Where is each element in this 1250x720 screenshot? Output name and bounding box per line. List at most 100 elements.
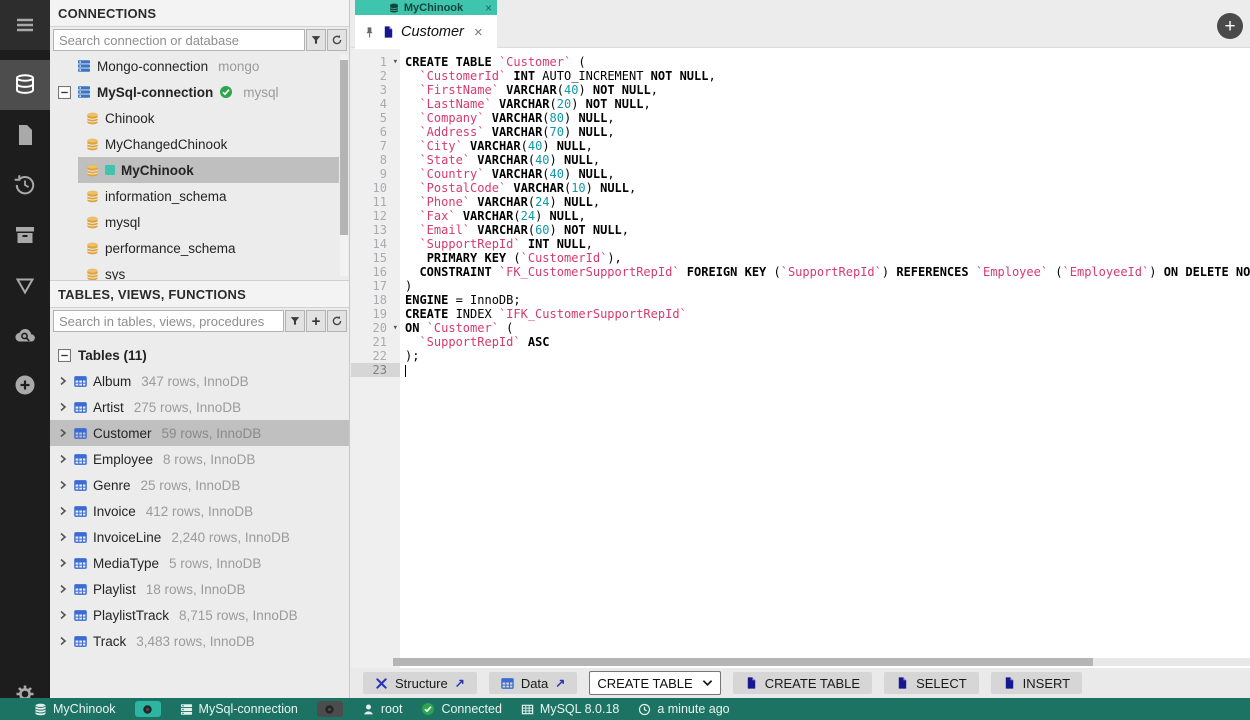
connection-color-badge[interactable] bbox=[316, 701, 343, 717]
fold-caret-icon[interactable]: ▾ bbox=[393, 55, 398, 69]
connection-tree-item[interactable]: MySql-connection mysql bbox=[50, 79, 349, 105]
line-number: 19 bbox=[372, 307, 387, 321]
code-line[interactable]: ) bbox=[405, 279, 1250, 293]
sidebar-item-query[interactable] bbox=[0, 260, 50, 310]
code-line[interactable]: `SupportRepId` ASC bbox=[405, 335, 1250, 349]
tab-group-mychinook[interactable]: MyChinook × bbox=[355, 0, 497, 15]
create-table-button[interactable]: CREATE TABLE bbox=[732, 672, 873, 694]
table-item-employee[interactable]: Employee 8 rows, InnoDB bbox=[50, 446, 349, 472]
connection-tree-item[interactable]: MyChangedChinook bbox=[50, 131, 349, 157]
status-connection[interactable]: MySql-connection bbox=[180, 702, 298, 716]
code-line[interactable]: `SupportRepId` INT NULL, bbox=[405, 237, 1250, 251]
sql-editor[interactable]: 1 ▾ 2 3 4 5 6 7 8 9 10 11 12 13 14 15 16 17 18 19 20 ▾ 21 22 23 … bbox=[351, 48, 1250, 668]
sidebar-item-files[interactable] bbox=[0, 110, 50, 160]
table-item-customer[interactable]: Customer 59 rows, InnoDB bbox=[50, 420, 349, 446]
tab-customer[interactable]: Customer × bbox=[355, 15, 497, 49]
table-item-artist[interactable]: Artist 275 rows, InnoDB bbox=[50, 394, 349, 420]
collapse-box-icon[interactable] bbox=[58, 348, 71, 362]
data-button[interactable]: Data ↗ bbox=[488, 672, 578, 694]
code-line[interactable]: `Address` VARCHAR(70) NULL, bbox=[405, 125, 1250, 139]
status-user[interactable]: root bbox=[362, 702, 402, 716]
connections-filter-button[interactable] bbox=[306, 29, 326, 51]
sidebar-item-cloud-search[interactable] bbox=[0, 310, 50, 360]
refresh-icon bbox=[331, 315, 343, 327]
select-button[interactable]: SELECT bbox=[884, 672, 979, 694]
code-line[interactable]: ); bbox=[405, 349, 1250, 363]
code-line[interactable]: `Phone` VARCHAR(24) NULL, bbox=[405, 195, 1250, 209]
code-line[interactable]: CONSTRAINT `FK_CustomerSupportRepId` FOR… bbox=[405, 265, 1250, 279]
table-name: Invoice bbox=[93, 503, 136, 519]
tables-refresh-button[interactable] bbox=[327, 310, 347, 332]
tab-close-icon[interactable]: × bbox=[474, 24, 483, 41]
table-meta: 5 rows, InnoDB bbox=[169, 555, 262, 571]
code-line[interactable]: `Email` VARCHAR(60) NOT NULL, bbox=[405, 223, 1250, 237]
status-server-version[interactable]: MySQL 8.0.18 bbox=[521, 702, 619, 716]
tables-group-row[interactable]: Tables (11) bbox=[50, 342, 349, 368]
fold-caret-icon[interactable]: ▾ bbox=[393, 321, 398, 335]
code-line[interactable]: ENGINE = InnoDB; bbox=[405, 293, 1250, 307]
tab-group-close-icon[interactable]: × bbox=[485, 1, 492, 15]
tree-item-label: performance_schema bbox=[105, 240, 236, 256]
connection-tree-item[interactable]: Mongo-connection mongo bbox=[50, 53, 349, 79]
tables-search-input[interactable] bbox=[53, 310, 284, 332]
script-type-dropdown[interactable]: CREATE TABLE bbox=[589, 671, 721, 695]
database-color-badge[interactable] bbox=[134, 701, 161, 717]
sidebar-item-databases[interactable] bbox=[0, 60, 50, 110]
code-line[interactable]: `City` VARCHAR(40) NULL, bbox=[405, 139, 1250, 153]
code-line[interactable]: `PostalCode` VARCHAR(10) NULL, bbox=[405, 181, 1250, 195]
connections-search-input[interactable] bbox=[53, 29, 305, 51]
insert-button[interactable]: INSERT bbox=[990, 672, 1083, 694]
sidebar-item-archive[interactable] bbox=[0, 210, 50, 260]
code-line[interactable]: `CustomerId` INT AUTO_INCREMENT NOT NULL… bbox=[405, 69, 1250, 83]
user-icon bbox=[362, 703, 375, 716]
code-line[interactable]: `FirstName` VARCHAR(40) NOT NULL, bbox=[405, 83, 1250, 97]
table-item-album[interactable]: Album 347 rows, InnoDB bbox=[50, 368, 349, 394]
chevron-right-icon bbox=[58, 376, 68, 386]
code-line[interactable]: `LastName` VARCHAR(20) NOT NULL, bbox=[405, 97, 1250, 111]
table-item-genre[interactable]: Genre 25 rows, InnoDB bbox=[50, 472, 349, 498]
status-last-activity[interactable]: a minute ago bbox=[638, 702, 730, 716]
connection-tree-item[interactable]: performance_schema bbox=[50, 235, 349, 261]
connection-tree-item[interactable]: information_schema bbox=[50, 183, 349, 209]
code-line[interactable]: `Company` VARCHAR(80) NULL, bbox=[405, 111, 1250, 125]
code-line[interactable]: ON `Customer` ( bbox=[405, 321, 1250, 335]
status-connected[interactable]: Connected bbox=[421, 702, 502, 716]
table-item-playlist[interactable]: Playlist 18 rows, InnoDB bbox=[50, 576, 349, 602]
table-item-playlisttrack[interactable]: PlaylistTrack 8,715 rows, InnoDB bbox=[50, 602, 349, 628]
sidebar-item-menu[interactable] bbox=[0, 0, 50, 50]
connections-refresh-button[interactable] bbox=[327, 29, 347, 51]
add-icon bbox=[13, 373, 37, 397]
editor-horizontal-scrollbar[interactable] bbox=[393, 658, 1250, 666]
code-line[interactable]: CREATE INDEX `IFK_CustomerSupportRepId` bbox=[405, 307, 1250, 321]
sidebar-item-history[interactable] bbox=[0, 160, 50, 210]
engine-label: mongo bbox=[218, 58, 260, 74]
new-tab-button[interactable]: + bbox=[1217, 13, 1243, 39]
connection-tree-item[interactable]: Chinook bbox=[50, 105, 349, 131]
code-line[interactable]: `Fax` VARCHAR(24) NULL, bbox=[405, 209, 1250, 223]
line-number: 8 bbox=[379, 153, 387, 167]
button-label: INSERT bbox=[1022, 675, 1071, 691]
code-line[interactable]: `State` VARCHAR(40) NULL, bbox=[405, 153, 1250, 167]
structure-button[interactable]: Structure ↗ bbox=[363, 672, 477, 694]
tables-filter-button[interactable] bbox=[285, 310, 305, 332]
table-item-invoice[interactable]: Invoice 412 rows, InnoDB bbox=[50, 498, 349, 524]
database-icon bbox=[86, 242, 99, 255]
code-line[interactable]: PRIMARY KEY (`CustomerId`), bbox=[405, 251, 1250, 265]
pin-icon[interactable] bbox=[363, 26, 376, 39]
connection-tree-item[interactable]: mysql bbox=[50, 209, 349, 235]
connection-tree-item[interactable]: MyChinook bbox=[78, 157, 339, 183]
table-item-invoiceline[interactable]: InvoiceLine 2,240 rows, InnoDB bbox=[50, 524, 349, 550]
code-line[interactable] bbox=[405, 363, 1250, 377]
connection-tree-item[interactable]: sys bbox=[50, 261, 349, 280]
table-item-mediatype[interactable]: MediaType 5 rows, InnoDB bbox=[50, 550, 349, 576]
code-line[interactable]: `Country` VARCHAR(40) NULL, bbox=[405, 167, 1250, 181]
table-icon bbox=[501, 677, 514, 690]
editor-code[interactable]: CREATE TABLE `Customer` ( `CustomerId` I… bbox=[405, 48, 1250, 377]
connections-scrollbar[interactable] bbox=[340, 55, 348, 276]
sidebar-item-add[interactable] bbox=[0, 360, 50, 410]
connections-panel: CONNECTIONS Mongo-connectionmongoMySql-c… bbox=[50, 0, 350, 280]
status-database[interactable]: MyChinook bbox=[34, 702, 116, 716]
tables-add-button[interactable]: + bbox=[306, 310, 326, 332]
table-item-track[interactable]: Track 3,483 rows, InnoDB bbox=[50, 628, 349, 654]
code-line[interactable]: CREATE TABLE `Customer` ( bbox=[405, 55, 1250, 69]
